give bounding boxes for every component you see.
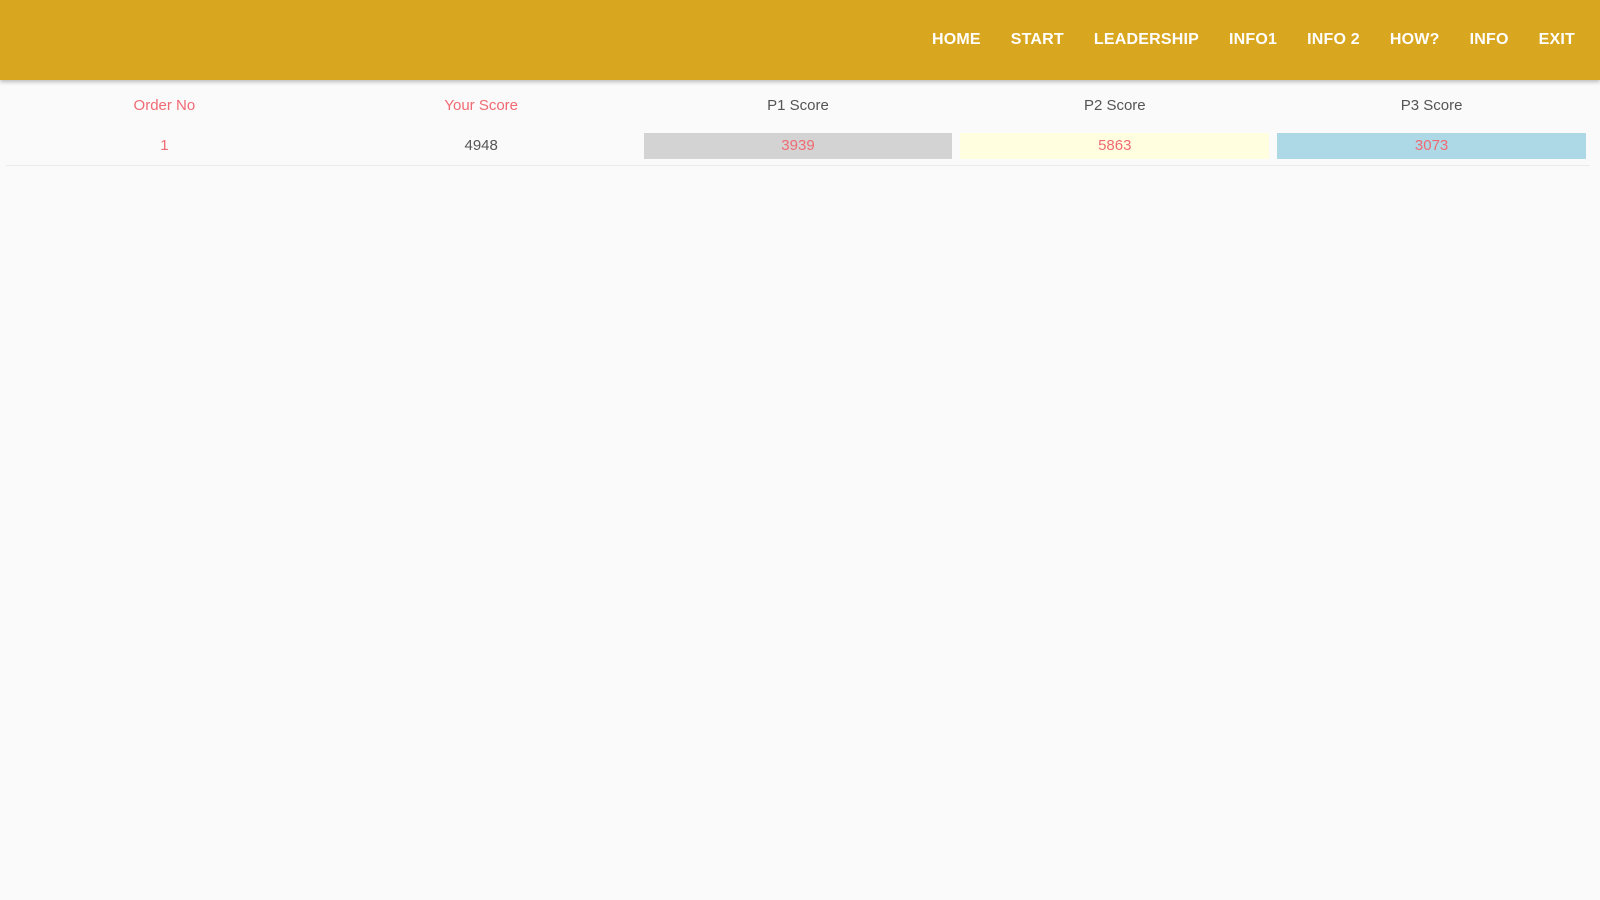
- header-p1-score: P1 Score: [767, 97, 829, 114]
- nav-start[interactable]: START: [996, 0, 1079, 80]
- nav-info-2[interactable]: INFO 2: [1292, 0, 1375, 80]
- header-p2-score: P2 Score: [1083, 97, 1146, 114]
- cell-p2-score: 5863: [960, 132, 1270, 159]
- cell-p3-score: 3073: [1277, 132, 1586, 159]
- nav-info1[interactable]: INFO1: [1214, 0, 1292, 80]
- main-nav: HOME START LEADERSHIP INFO1 INFO 2 HOW? …: [917, 0, 1590, 80]
- nav-how[interactable]: HOW?: [1375, 0, 1455, 80]
- header-p3-score: P3 Score: [1400, 97, 1463, 114]
- nav-leadership[interactable]: LEADERSHIP: [1079, 0, 1214, 80]
- score-table: Order No Your Score P1 Score P2 Score P3…: [6, 86, 1590, 166]
- app-bar: HOME START LEADERSHIP INFO1 INFO 2 HOW? …: [0, 0, 1600, 80]
- cell-p1-score: 3939: [643, 132, 953, 159]
- table-header-row: Order No Your Score P1 Score P2 Score P3…: [6, 86, 1590, 126]
- header-your-score: Your Score: [444, 97, 519, 114]
- cell-your-score: 4948: [464, 136, 498, 154]
- nav-exit[interactable]: EXIT: [1524, 0, 1590, 80]
- header-order-no: Order No: [133, 97, 196, 114]
- nav-info[interactable]: INFO: [1455, 0, 1524, 80]
- table-row: 1 4948 3939 5863 3073: [6, 126, 1590, 166]
- cell-order-no: 1: [160, 136, 169, 154]
- nav-home[interactable]: HOME: [917, 0, 996, 80]
